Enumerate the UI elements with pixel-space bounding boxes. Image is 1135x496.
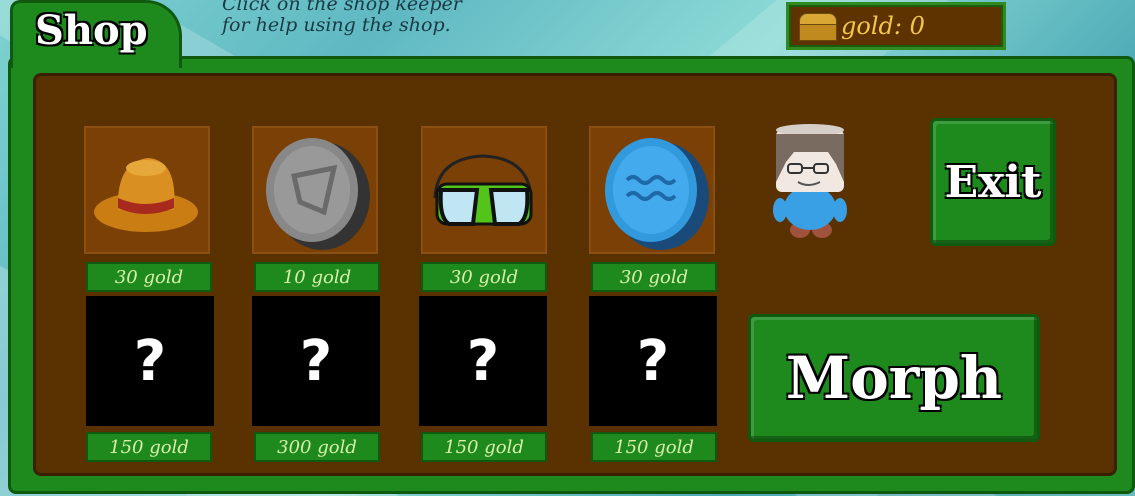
- help-hint: Click on the shop keeper for help using …: [222, 0, 462, 36]
- mystery-item[interactable]: ?: [86, 296, 214, 426]
- item-price: 30 gold: [591, 262, 717, 292]
- item-price: 30 gold: [86, 262, 212, 292]
- morph-button[interactable]: Morph: [748, 314, 1040, 442]
- item-price: 300 gold: [254, 432, 380, 462]
- item-price: 30 gold: [421, 262, 547, 292]
- question-mark-icon: ?: [133, 328, 167, 394]
- exit-button[interactable]: Exit: [930, 118, 1056, 246]
- shop-item-goggles[interactable]: [421, 126, 547, 254]
- help-hint-line1: Click on the shop keeper: [222, 0, 462, 15]
- gold-counter: gold: 0: [786, 2, 1006, 50]
- mystery-item[interactable]: ?: [252, 296, 380, 426]
- shop-title: Shop: [35, 7, 148, 54]
- shop-keeper[interactable]: [770, 122, 850, 242]
- question-mark-icon: ?: [466, 328, 500, 394]
- item-price: 150 gold: [591, 432, 717, 462]
- gold-amount: gold: 0: [841, 12, 925, 40]
- mystery-item[interactable]: ?: [589, 296, 717, 426]
- shop-tab: Shop: [10, 0, 182, 68]
- question-mark-icon: ?: [636, 328, 670, 394]
- mystery-item[interactable]: ?: [419, 296, 547, 426]
- gray-coin-icon: [266, 138, 370, 250]
- shop-item-gray-coin[interactable]: [252, 126, 378, 254]
- goggles-icon: [433, 154, 533, 226]
- item-price: 150 gold: [86, 432, 212, 462]
- shopkeeper-character-icon: [773, 124, 847, 238]
- shop-item-hat[interactable]: [84, 126, 210, 254]
- item-price: 10 gold: [254, 262, 380, 292]
- help-hint-line2: for help using the shop.: [222, 14, 451, 36]
- shop-item-blue-coin[interactable]: [589, 126, 715, 254]
- treasure-chest-icon: [799, 13, 837, 41]
- question-mark-icon: ?: [299, 328, 333, 394]
- blue-coin-icon: [605, 138, 709, 250]
- hat-icon: [94, 158, 198, 232]
- item-price: 150 gold: [421, 432, 547, 462]
